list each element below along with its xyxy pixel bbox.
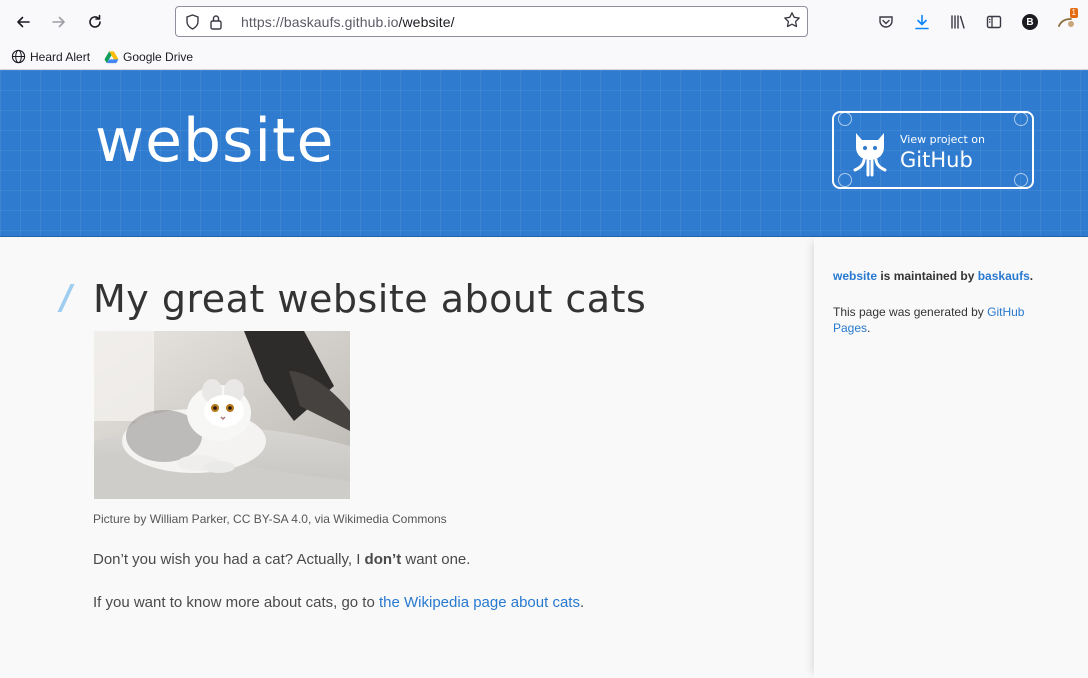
main-content: My great website about cats Picture by W… [0, 237, 814, 678]
library-icon [951, 15, 965, 29]
forward-button[interactable] [41, 4, 77, 40]
bookmarks-bar: Heard Alert Google Drive [0, 44, 1088, 70]
pocket-button[interactable] [868, 4, 904, 40]
sidebar-toggle-button[interactable] [976, 4, 1012, 40]
bookmark-label: Google Drive [123, 49, 194, 64]
google-drive-icon [104, 50, 119, 63]
tracking-shield-icon[interactable] [181, 11, 203, 33]
decorative-circle [838, 112, 852, 126]
bookmark-google-drive[interactable]: Google Drive [104, 50, 193, 64]
sidebar-icon [986, 15, 1002, 29]
reload-button[interactable] [77, 4, 113, 40]
pocket-icon [879, 16, 893, 28]
bookmark-star-icon[interactable] [783, 11, 801, 34]
octocat-icon [853, 133, 887, 177]
account-button[interactable]: B [1012, 4, 1048, 40]
github-button-big-text: GitHub [900, 148, 973, 172]
bookmark-heard-alert[interactable]: Heard Alert [11, 49, 90, 64]
view-on-github-button[interactable]: View project on GitHub [832, 111, 1034, 189]
url-text[interactable]: https://baskaufs.github.io/website/ [241, 14, 455, 30]
image-caption: Picture by William Parker, CC BY-SA 4.0,… [93, 512, 447, 526]
project-link[interactable]: website [833, 269, 877, 283]
extension-button[interactable]: 1 [1048, 4, 1084, 40]
lock-icon[interactable] [205, 11, 227, 33]
downloads-button[interactable] [904, 4, 940, 40]
maintainer-info: website is maintained by baskaufs. [833, 269, 1034, 283]
site-title: website [95, 106, 335, 176]
arrow-left-icon [17, 16, 30, 28]
bookmark-label: Heard Alert [30, 49, 91, 64]
address-bar[interactable]: https://baskaufs.github.io/website/ [175, 6, 808, 37]
sidebar: website is maintained by baskaufs. This … [814, 237, 1088, 678]
cat-photo [94, 331, 350, 499]
paragraph-cat-wish: Don’t you wish you had a cat? Actually, … [93, 551, 471, 568]
paragraph-more-info: If you want to know more about cats, go … [93, 594, 585, 611]
decorative-circle [1014, 173, 1028, 187]
browser-toolbar: https://baskaufs.github.io/website/ B 1 [0, 0, 1088, 44]
heading-slash-decoration [57, 284, 75, 312]
library-button[interactable] [940, 4, 976, 40]
avatar: B [1022, 14, 1038, 30]
site-header: website View project on GitHub [0, 70, 1088, 237]
page-heading: My great website about cats [93, 277, 647, 321]
extension-badge: 1 [1069, 8, 1078, 18]
wikipedia-cats-link[interactable]: the Wikipedia page about cats [379, 594, 580, 611]
generated-by-info: This page was generated by GitHub Pages. [833, 305, 1025, 335]
decorative-circle [1014, 112, 1028, 126]
arrow-right-icon [52, 16, 65, 28]
github-button-small-text: View project on [900, 133, 985, 146]
reload-icon [89, 14, 101, 28]
owner-link[interactable]: baskaufs [978, 269, 1030, 283]
back-button[interactable] [5, 4, 41, 40]
download-icon [915, 14, 929, 30]
web-page: website View project on GitHub My great … [0, 70, 1088, 678]
globe-icon [11, 49, 26, 64]
